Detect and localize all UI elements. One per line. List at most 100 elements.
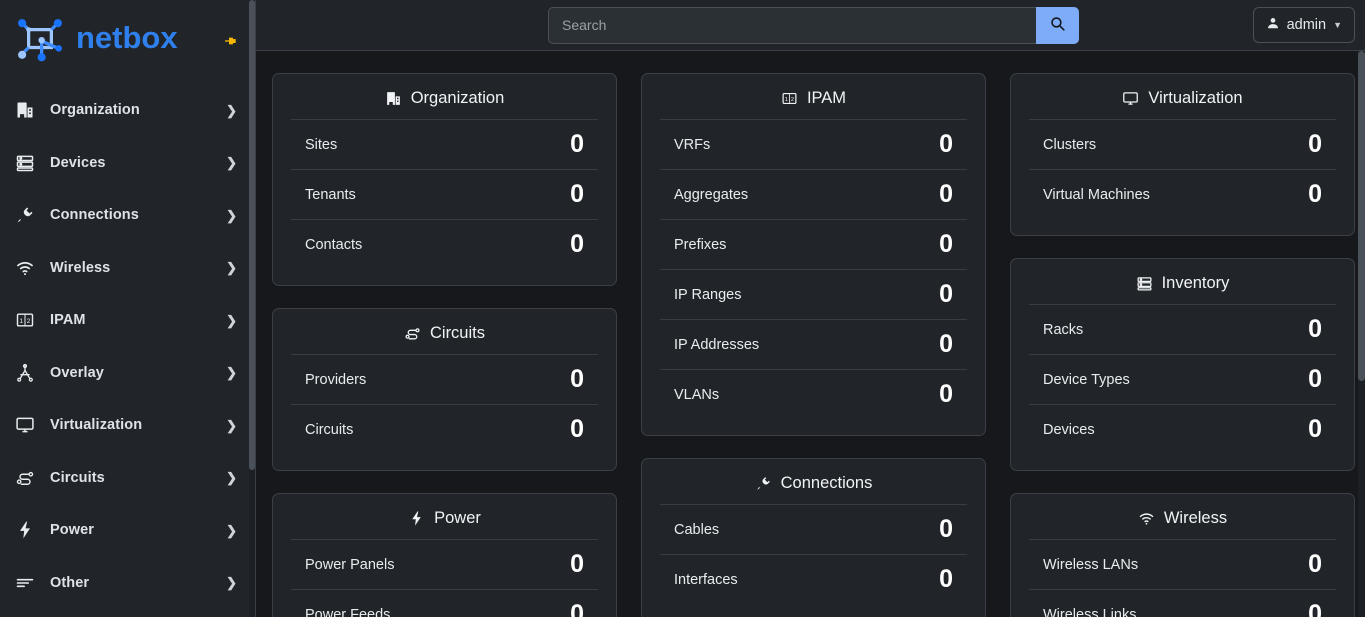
card-circuits: Circuits Providers 0 Circuits 0 bbox=[272, 308, 617, 471]
stat-label: Providers bbox=[305, 372, 366, 388]
stat-label: Devices bbox=[1043, 422, 1095, 438]
sidebar-item-label: Other bbox=[50, 575, 89, 591]
stat-value: 0 bbox=[939, 382, 953, 407]
svg-text:1: 1 bbox=[785, 97, 788, 103]
stat-row[interactable]: Interfaces 0 bbox=[660, 554, 967, 604]
monitor-icon bbox=[14, 414, 36, 436]
svg-text:2: 2 bbox=[791, 97, 794, 103]
sidebar-scrollbar-thumb[interactable] bbox=[249, 0, 255, 470]
circuits-icon bbox=[404, 325, 421, 342]
chevron-right-icon: ❯ bbox=[226, 524, 237, 537]
stat-label: Wireless Links bbox=[1043, 607, 1136, 617]
sidebar-item-overlay[interactable]: Overlay ❯ bbox=[0, 347, 255, 400]
ipam-numbers-icon: 12 bbox=[781, 90, 798, 107]
sidebar: netbox Organization ❯ bbox=[0, 0, 256, 617]
stat-row[interactable]: Clusters 0 bbox=[1029, 119, 1336, 169]
card-inventory: Inventory Racks 0 Device Types 0 Devices… bbox=[1010, 258, 1355, 471]
stat-row[interactable]: Virtual Machines 0 bbox=[1029, 169, 1336, 219]
svg-text:1: 1 bbox=[19, 318, 23, 325]
stat-row[interactable]: Wireless LANs 0 bbox=[1029, 539, 1336, 589]
stat-row[interactable]: Tenants 0 bbox=[291, 169, 598, 219]
card-title: Inventory bbox=[1029, 272, 1336, 304]
card-ipam: 12 IPAM VRFs 0 Aggregates 0 Prefixes bbox=[641, 73, 986, 436]
stat-label: Clusters bbox=[1043, 137, 1096, 153]
sidebar-item-wireless[interactable]: Wireless ❯ bbox=[0, 242, 255, 295]
stat-value: 0 bbox=[939, 567, 953, 592]
stat-row[interactable]: IP Ranges 0 bbox=[660, 269, 967, 319]
stat-row[interactable]: Aggregates 0 bbox=[660, 169, 967, 219]
cable-icon bbox=[755, 475, 772, 492]
sidebar-scrollbar[interactable] bbox=[249, 0, 255, 617]
pin-icon[interactable] bbox=[223, 33, 239, 49]
circuits-icon bbox=[14, 467, 36, 489]
card-title: Organization bbox=[291, 87, 598, 119]
brand-header[interactable]: netbox bbox=[0, 0, 255, 82]
stat-value: 0 bbox=[1308, 367, 1322, 392]
stat-row[interactable]: Devices 0 bbox=[1029, 404, 1336, 454]
stat-row[interactable]: Racks 0 bbox=[1029, 304, 1336, 354]
app-root: netbox Organization ❯ bbox=[0, 0, 1365, 617]
chevron-right-icon: ❯ bbox=[226, 576, 237, 589]
stat-row[interactable]: Sites 0 bbox=[291, 119, 598, 169]
sidebar-item-other[interactable]: Other ❯ bbox=[0, 557, 255, 610]
stat-row[interactable]: Power Feeds 0 bbox=[291, 589, 598, 617]
card-title-text: Wireless bbox=[1164, 509, 1227, 528]
building-icon bbox=[14, 99, 36, 121]
stat-row[interactable]: Providers 0 bbox=[291, 354, 598, 404]
wifi-icon bbox=[14, 257, 36, 279]
card-title-text: Circuits bbox=[430, 324, 485, 343]
sidebar-item-circuits[interactable]: Circuits ❯ bbox=[0, 452, 255, 505]
stat-row[interactable]: Power Panels 0 bbox=[291, 539, 598, 589]
stat-row[interactable]: Wireless Links 0 bbox=[1029, 589, 1336, 617]
card-title: Circuits bbox=[291, 322, 598, 354]
page-scrollbar-thumb[interactable] bbox=[1358, 51, 1365, 381]
stat-value: 0 bbox=[1308, 132, 1322, 157]
stat-value: 0 bbox=[570, 602, 584, 617]
stat-label: Device Types bbox=[1043, 372, 1130, 388]
sidebar-item-label: Power bbox=[50, 522, 94, 538]
stat-value: 0 bbox=[1308, 602, 1322, 617]
stat-value: 0 bbox=[939, 182, 953, 207]
sidebar-item-virtualization[interactable]: Virtualization ❯ bbox=[0, 399, 255, 452]
building-icon bbox=[385, 90, 402, 107]
stat-value: 0 bbox=[570, 367, 584, 392]
stat-row[interactable]: Circuits 0 bbox=[291, 404, 598, 454]
stat-value: 0 bbox=[1308, 417, 1322, 442]
sidebar-item-organization[interactable]: Organization ❯ bbox=[0, 84, 255, 137]
stat-label: Racks bbox=[1043, 322, 1083, 338]
card-title: Connections bbox=[660, 472, 967, 504]
stat-row[interactable]: IP Addresses 0 bbox=[660, 319, 967, 369]
chevron-right-icon: ❯ bbox=[226, 209, 237, 222]
stat-row[interactable]: Cables 0 bbox=[660, 504, 967, 554]
stat-row[interactable]: Prefixes 0 bbox=[660, 219, 967, 269]
stat-row[interactable]: VLANs 0 bbox=[660, 369, 967, 419]
stat-label: IP Ranges bbox=[674, 287, 741, 303]
sidebar-item-connections[interactable]: Connections ❯ bbox=[0, 189, 255, 242]
overlay-network-icon bbox=[14, 362, 36, 384]
chevron-down-icon: ▼ bbox=[1333, 20, 1342, 30]
dashboard: Organization Sites 0 Tenants 0 Contacts … bbox=[256, 51, 1365, 617]
search-button[interactable] bbox=[1036, 7, 1079, 44]
stat-value: 0 bbox=[570, 552, 584, 577]
sidebar-item-label: Wireless bbox=[50, 260, 110, 276]
stat-label: Contacts bbox=[305, 237, 362, 253]
stat-label: Prefixes bbox=[674, 237, 726, 253]
stat-row[interactable]: VRFs 0 bbox=[660, 119, 967, 169]
card-title: Virtualization bbox=[1029, 87, 1336, 119]
page-scrollbar[interactable] bbox=[1358, 51, 1365, 617]
card-title-text: IPAM bbox=[807, 89, 846, 108]
stat-row[interactable]: Contacts 0 bbox=[291, 219, 598, 269]
stat-row[interactable]: Device Types 0 bbox=[1029, 354, 1336, 404]
main-area: admin ▼ Organization Sites 0 bbox=[256, 0, 1365, 617]
user-menu-button[interactable]: admin ▼ bbox=[1253, 7, 1355, 43]
sidebar-nav: Organization ❯ Devices ❯ Connections ❯ bbox=[0, 82, 255, 609]
sidebar-item-power[interactable]: Power ❯ bbox=[0, 504, 255, 557]
search-group bbox=[548, 7, 1079, 44]
stat-label: Power Panels bbox=[305, 557, 394, 573]
chevron-right-icon: ❯ bbox=[226, 104, 237, 117]
stat-label: Sites bbox=[305, 137, 337, 153]
sidebar-item-devices[interactable]: Devices ❯ bbox=[0, 137, 255, 190]
brand-wordmark: netbox bbox=[76, 22, 196, 61]
sidebar-item-ipam[interactable]: 12 IPAM ❯ bbox=[0, 294, 255, 347]
search-input[interactable] bbox=[548, 7, 1036, 44]
